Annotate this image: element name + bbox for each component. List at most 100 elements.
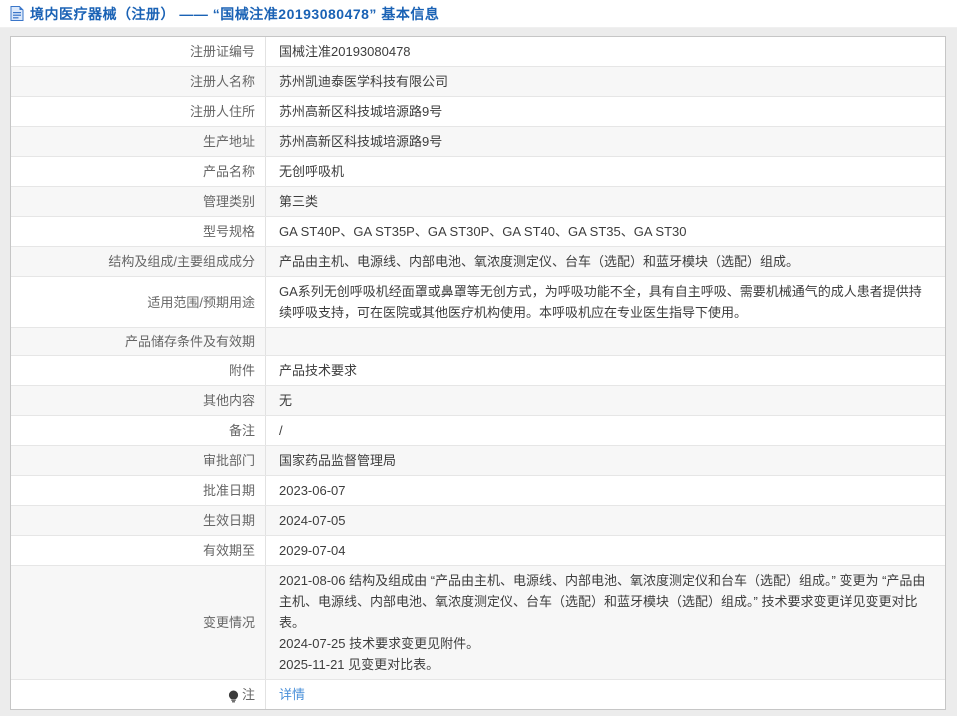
row-label: 其他内容 [11,386,266,415]
row-label: 管理类别 [11,187,266,216]
row-value-text: 产品技术要求 [279,360,357,381]
table-row: 生效日期 2024-07-05 [11,506,945,536]
row-label: 附件 [11,356,266,385]
row-label-text: 注册证编号 [190,41,255,62]
row-value-text: 2024-07-05 [279,510,346,531]
row-value-text: 国家药品监督管理局 [279,450,396,471]
table-row: 审批部门 国家药品监督管理局 [11,446,945,476]
row-value: 2021-08-06 结构及组成由 “产品由主机、电源线、内部电池、氧浓度测定仪… [266,566,945,679]
row-label-text: 批准日期 [203,480,255,501]
row-value-text: 详情 [279,684,305,705]
table-row: 附件 产品技术要求 [11,356,945,386]
row-label-text: 附件 [229,360,255,381]
table-row: 注册证编号 国械注准20193080478 [11,37,945,67]
row-label: 产品储存条件及有效期 [11,328,266,355]
table-row: 注册人住所 苏州高新区科技城培源路9号 [11,97,945,127]
row-value-text: 2029-07-04 [279,540,346,561]
row-label-text: 注 [242,684,255,705]
row-value-text: 苏州高新区科技城培源路9号 [279,101,442,122]
row-value: 无创呼吸机 [266,157,945,186]
table-row: 产品名称 无创呼吸机 [11,157,945,187]
page-title: 境内医疗器械（注册） —— “国械注准20193080478” 基本信息 [30,4,439,24]
row-label: 注册证编号 [11,37,266,66]
row-value-text: 2021-08-06 结构及组成由 “产品由主机、电源线、内部电池、氧浓度测定仪… [279,570,933,675]
row-value: 2029-07-04 [266,536,945,565]
row-value: 产品技术要求 [266,356,945,385]
row-label-text: 其他内容 [203,390,255,411]
row-label: 批准日期 [11,476,266,505]
row-label: 注册人名称 [11,67,266,96]
row-label: 有效期至 [11,536,266,565]
row-label-text: 生产地址 [203,131,255,152]
page-header: 境内医疗器械（注册） —— “国械注准20193080478” 基本信息 [0,0,957,28]
row-value: GA ST40P、GA ST35P、GA ST30P、GA ST40、GA ST… [266,217,945,246]
details-link[interactable]: 详情 [279,687,305,702]
row-value: / [266,416,945,445]
row-value-text: GA ST40P、GA ST35P、GA ST30P、GA ST40、GA ST… [279,221,687,242]
row-value: 苏州高新区科技城培源路9号 [266,127,945,156]
row-value [266,328,945,355]
row-value-text: 2023-06-07 [279,480,346,501]
table-row: 有效期至 2029-07-04 [11,536,945,566]
table-row: 型号规格 GA ST40P、GA ST35P、GA ST30P、GA ST40、… [11,217,945,247]
table-row: 变更情况 2021-08-06 结构及组成由 “产品由主机、电源线、内部电池、氧… [11,566,945,680]
row-label: 型号规格 [11,217,266,246]
document-icon [10,6,24,21]
row-label-text: 产品储存条件及有效期 [125,331,255,352]
row-label: 适用范围/预期用途 [11,277,266,327]
row-value-text: 苏州凯迪泰医学科技有限公司 [279,71,448,92]
row-label-text: 适用范围/预期用途 [147,292,255,313]
row-label: 产品名称 [11,157,266,186]
row-label-text: 结构及组成/主要组成成分 [108,251,255,272]
row-label-text: 生效日期 [203,510,255,531]
row-value-text: / [279,420,283,441]
row-value-text: 苏州高新区科技城培源路9号 [279,131,442,152]
row-value-text: 无创呼吸机 [279,161,344,182]
row-label: 注册人住所 [11,97,266,126]
row-label-text: 产品名称 [203,161,255,182]
table-row: 注 详情 [11,680,945,709]
row-value: GA系列无创呼吸机经面罩或鼻罩等无创方式，为呼吸功能不全，具有自主呼吸、需要机械… [266,277,945,327]
row-value-text: GA系列无创呼吸机经面罩或鼻罩等无创方式，为呼吸功能不全，具有自主呼吸、需要机械… [279,281,933,323]
row-label: 结构及组成/主要组成成分 [11,247,266,276]
row-value: 无 [266,386,945,415]
table-row: 备注 / [11,416,945,446]
bulb-icon [228,688,239,701]
table-row: 其他内容 无 [11,386,945,416]
table-row: 批准日期 2023-06-07 [11,476,945,506]
row-label: 变更情况 [11,566,266,679]
row-label: 审批部门 [11,446,266,475]
table-row: 适用范围/预期用途 GA系列无创呼吸机经面罩或鼻罩等无创方式，为呼吸功能不全，具… [11,277,945,328]
row-value-text: 国械注准20193080478 [279,41,411,62]
row-value: 国械注准20193080478 [266,37,945,66]
row-value: 国家药品监督管理局 [266,446,945,475]
table-row: 生产地址 苏州高新区科技城培源路9号 [11,127,945,157]
row-value: 2024-07-05 [266,506,945,535]
table-row: 产品储存条件及有效期 [11,328,945,356]
table-row: 结构及组成/主要组成成分 产品由主机、电源线、内部电池、氧浓度测定仪、台车（选配… [11,247,945,277]
row-label: 注 [11,680,266,709]
info-table: 注册证编号 国械注准20193080478 注册人名称 苏州凯迪泰医学科技有限公… [10,36,946,710]
row-label-text: 变更情况 [203,612,255,633]
row-value-text: 第三类 [279,191,318,212]
table-row: 管理类别 第三类 [11,187,945,217]
row-value: 苏州高新区科技城培源路9号 [266,97,945,126]
row-label-text: 管理类别 [203,191,255,212]
row-label-text: 备注 [229,420,255,441]
row-value: 详情 [266,680,945,709]
row-value: 2023-06-07 [266,476,945,505]
row-value: 产品由主机、电源线、内部电池、氧浓度测定仪、台车（选配）和蓝牙模块（选配）组成。 [266,247,945,276]
row-value: 苏州凯迪泰医学科技有限公司 [266,67,945,96]
row-label: 生产地址 [11,127,266,156]
row-value-text: 产品由主机、电源线、内部电池、氧浓度测定仪、台车（选配）和蓝牙模块（选配）组成。 [279,251,799,272]
table-row: 注册人名称 苏州凯迪泰医学科技有限公司 [11,67,945,97]
row-value: 第三类 [266,187,945,216]
row-label-text: 有效期至 [203,540,255,561]
row-label-text: 注册人住所 [190,101,255,122]
row-label: 生效日期 [11,506,266,535]
row-label-text: 注册人名称 [190,71,255,92]
row-value-text: 无 [279,390,292,411]
row-label-text: 型号规格 [203,221,255,242]
row-label: 备注 [11,416,266,445]
row-label-text: 审批部门 [203,450,255,471]
